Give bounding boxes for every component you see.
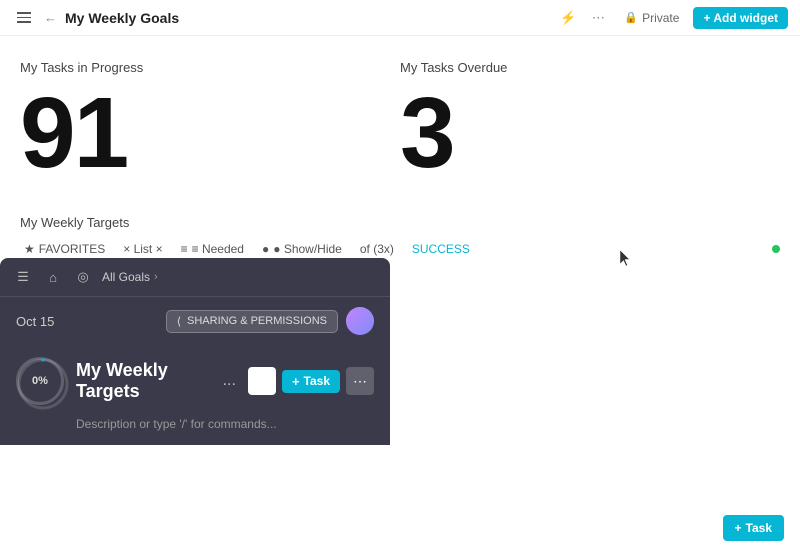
filter-success-label: SUCCESS — [412, 242, 470, 256]
goal-options-button[interactable]: ... — [223, 372, 236, 390]
share-icon: ⟨ — [177, 315, 181, 328]
date-sharing-row: Oct 15 ⟨ SHARING & PERMISSIONS — [0, 297, 390, 345]
filter-favorites-label: FAVORITES — [39, 242, 105, 256]
add-task-button[interactable]: + Task — [282, 370, 340, 393]
header-left: ← My Weekly Goals — [12, 6, 556, 30]
description-row: Description or type '/' for commands... — [0, 415, 390, 445]
date-label: Oct 15 — [16, 314, 54, 329]
overlay-header: ☰ ⌂ ◎ All Goals › — [0, 258, 390, 297]
avatar — [346, 307, 374, 335]
filter-favorites[interactable]: ★ FAVORITES — [20, 240, 109, 258]
bottom-plus-icon: + — [735, 521, 742, 535]
filter-success[interactable]: SUCCESS — [408, 240, 474, 258]
private-button[interactable]: 🔒 Private — [618, 9, 685, 27]
breadcrumb: All Goals › — [102, 270, 378, 284]
stat-label-overdue: My Tasks Overdue — [400, 60, 780, 75]
stat-tasks-overdue: My Tasks Overdue 3 — [400, 52, 780, 191]
page-title: My Weekly Goals — [65, 10, 179, 26]
white-action-button[interactable] — [248, 367, 276, 395]
header-icons: ⚡ ⋯ — [556, 6, 610, 30]
add-widget-button[interactable]: + Add widget — [693, 7, 788, 29]
hamburger-icon — [17, 12, 31, 23]
main-content: My Tasks in Progress 91 My Tasks Overdue… — [0, 36, 800, 286]
section-title-weekly-targets: My Weekly Targets — [20, 215, 780, 230]
app-header: ← My Weekly Goals ⚡ ⋯ 🔒 Private + Add wi… — [0, 0, 800, 36]
hamburger-button[interactable] — [12, 6, 36, 30]
goal-content-row: 0% My Weekly Targets ... + Task ⋯ — [0, 345, 390, 415]
status-dot — [772, 245, 780, 253]
back-button[interactable]: ← — [44, 10, 57, 25]
breadcrumb-text: All Goals — [102, 270, 150, 284]
bottom-add-task-button[interactable]: + Task — [723, 515, 784, 541]
overlay-menu-button[interactable]: ☰ — [12, 266, 34, 288]
stat-tasks-in-progress: My Tasks in Progress 91 — [20, 52, 400, 191]
icon-button-2[interactable]: ⋯ — [586, 6, 610, 30]
filters-bar: ★ FAVORITES × List × ≡ ≡ Needed ● ● Show… — [20, 240, 780, 258]
more-actions-button[interactable]: ⋯ — [346, 367, 374, 395]
filter-list[interactable]: × List × — [119, 240, 166, 258]
filter-count[interactable]: of (3x) — [356, 240, 398, 258]
filter-icon: ≡ — [181, 242, 188, 256]
avatar-image — [346, 307, 374, 335]
breadcrumb-chevron: › — [154, 271, 158, 283]
overlay-home-button[interactable]: ⌂ — [42, 266, 64, 288]
add-task-label: Task — [304, 374, 330, 388]
stat-number-overdue: 3 — [400, 83, 780, 183]
progress-circle: 0% — [16, 357, 64, 405]
header-right: ⚡ ⋯ 🔒 Private + Add widget — [556, 6, 788, 30]
star-icon: ★ — [24, 242, 35, 256]
plus-icon: + — [292, 374, 300, 389]
filter-list-label: × List × — [123, 242, 162, 256]
overlay-panel: ☰ ⌂ ◎ All Goals › Oct 15 ⟨ SHARING & PER… — [0, 258, 390, 445]
bottom-task-label: Task — [746, 521, 772, 535]
filter-needed[interactable]: ≡ ≡ Needed — [177, 240, 248, 258]
eye-icon: ● — [262, 242, 269, 256]
goal-title: My Weekly Targets — [76, 360, 211, 402]
progress-percent: 0% — [32, 375, 48, 387]
lock-icon: 🔒 — [624, 11, 638, 24]
filter-show-hide-label: ● Show/Hide — [273, 242, 342, 256]
sharing-label: SHARING & PERMISSIONS — [187, 315, 327, 327]
description-placeholder: Description or type '/' for commands... — [76, 417, 277, 431]
stat-label-in-progress: My Tasks in Progress — [20, 60, 400, 75]
private-label: Private — [642, 11, 679, 25]
action-buttons: + Task ⋯ — [248, 367, 374, 395]
stat-number-in-progress: 91 — [20, 83, 400, 183]
sharing-permissions-button[interactable]: ⟨ SHARING & PERMISSIONS — [166, 310, 338, 333]
icon-button-1[interactable]: ⚡ — [556, 6, 580, 30]
filter-show-hide[interactable]: ● ● Show/Hide — [258, 240, 346, 258]
filter-needed-label: ≡ Needed — [192, 242, 244, 256]
filter-count-label: of (3x) — [360, 242, 394, 256]
stats-row: My Tasks in Progress 91 My Tasks Overdue… — [20, 52, 780, 191]
overlay-target-button[interactable]: ◎ — [72, 266, 94, 288]
